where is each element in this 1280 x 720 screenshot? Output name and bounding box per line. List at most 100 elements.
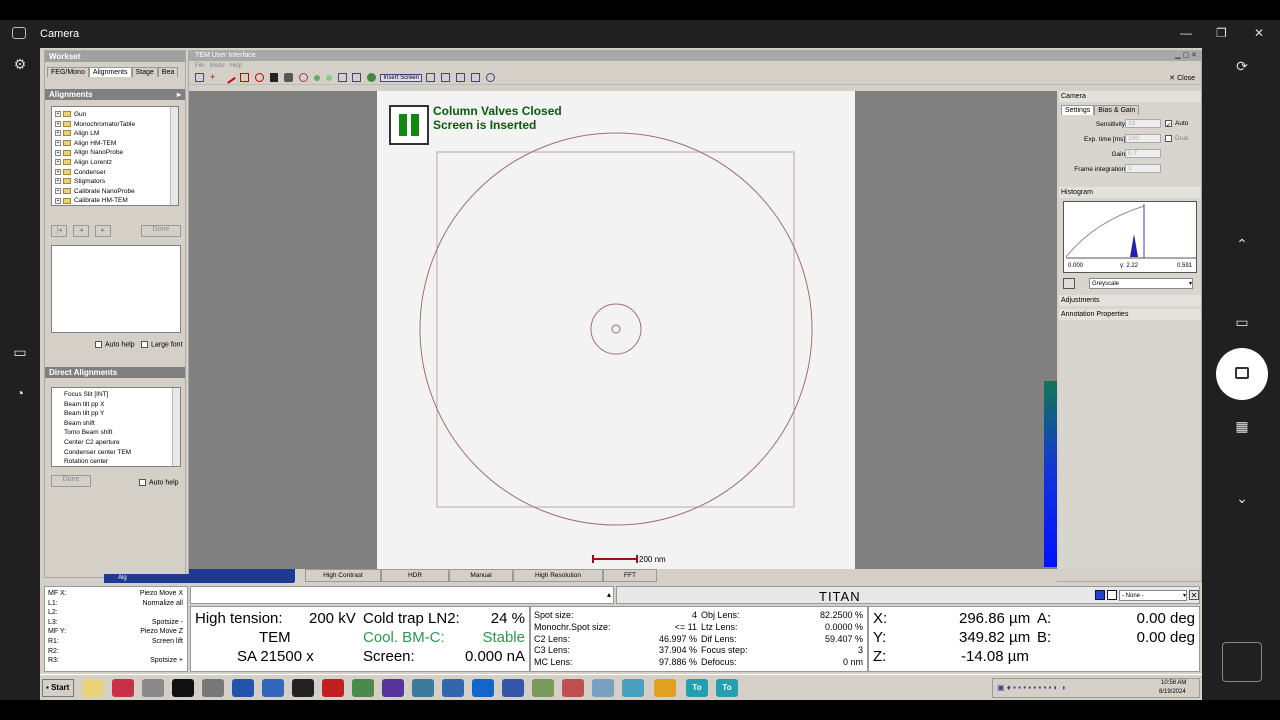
- chevron-down-icon[interactable]: ⌄: [1227, 490, 1257, 507]
- taskbar-app-icon[interactable]: [562, 679, 584, 697]
- dual-checkbox[interactable]: Dual: [1165, 135, 1188, 142]
- taskbar-app-icon[interactable]: [352, 679, 374, 697]
- expand-plus-icon[interactable]: +: [55, 111, 61, 118]
- auto-checkbox[interactable]: ✓ Auto: [1165, 120, 1188, 129]
- acquire-camera-icon[interactable]: [283, 73, 293, 82]
- help-icon[interactable]: [485, 73, 495, 82]
- taskbar-app-icon[interactable]: [654, 679, 676, 697]
- timer-off-icon[interactable]: ◔: [5, 385, 35, 401]
- expand-plus-icon[interactable]: +: [55, 149, 61, 156]
- restore-button[interactable]: ❐: [1216, 26, 1227, 40]
- hdr-off-icon[interactable]: ▭: [5, 344, 35, 361]
- alignment-tree-item[interactable]: + MonochromatorTable: [55, 120, 175, 130]
- settings-gear-icon[interactable]: ⚙: [5, 56, 35, 73]
- first-step-button[interactable]: |◂: [51, 225, 67, 237]
- take-photo-button[interactable]: [1216, 348, 1268, 400]
- crosshair-tool-icon[interactable]: +: [210, 73, 219, 82]
- direct-alignment-item[interactable]: Center C2 aperture: [64, 438, 177, 448]
- taskbar-app-icon[interactable]: [622, 679, 644, 697]
- select-tool-icon[interactable]: [195, 73, 204, 82]
- tab-settings[interactable]: Settings: [1061, 105, 1095, 115]
- taskbar-app-icon[interactable]: [112, 679, 134, 697]
- large-font-checkbox[interactable]: Large font: [141, 341, 183, 348]
- alignment-tree-item[interactable]: + Calibrate HM-TEM: [55, 196, 175, 206]
- direct-alignment-item[interactable]: Beam shift: [64, 419, 177, 429]
- ellipse-tool-icon[interactable]: [254, 73, 264, 82]
- fit-view-icon[interactable]: [426, 73, 436, 82]
- alignment-tree-item[interactable]: + Stigmators: [55, 177, 175, 187]
- grid-tool-icon[interactable]: [337, 73, 347, 82]
- tem-window-buttons[interactable]: ▁ ▢ ✕: [1175, 51, 1197, 61]
- menu-mode[interactable]: Mode: [210, 63, 225, 69]
- mode-tab[interactable]: High Contrast: [305, 569, 381, 582]
- adjustments-section-header[interactable]: Adjustments: [1059, 295, 1201, 306]
- tab-feg-mono[interactable]: FEG/Mono: [47, 67, 89, 77]
- expand-plus-icon[interactable]: +: [55, 188, 61, 195]
- taskbar-app-icon[interactable]: [262, 679, 284, 697]
- taskbar-app-icon[interactable]: [412, 679, 434, 697]
- expand-plus-icon[interactable]: +: [55, 178, 61, 185]
- direct-alignment-item[interactable]: Focus Slit [INT]: [64, 390, 177, 400]
- prev-step-button[interactable]: ◂: [73, 225, 89, 237]
- auto-help-checkbox[interactable]: Auto help: [95, 341, 135, 348]
- taskbar-app-icon[interactable]: [292, 679, 314, 697]
- line-tool-icon[interactable]: [223, 71, 236, 84]
- tab-bias-gain[interactable]: Bias & Gain: [1094, 105, 1140, 115]
- exposure-time-select[interactable]: 100: [1125, 134, 1161, 143]
- expand-plus-icon[interactable]: +: [55, 197, 61, 204]
- alignments-done-button[interactable]: Done: [141, 225, 181, 237]
- expand-plus-icon[interactable]: +: [55, 120, 61, 127]
- tab-stage[interactable]: Stage: [131, 67, 158, 77]
- target-icon[interactable]: [298, 73, 308, 82]
- alignment-tree-item[interactable]: + Align Lorentz: [55, 158, 175, 168]
- green-dot-2-icon[interactable]: [325, 74, 332, 81]
- direct-alignment-item[interactable]: Condenser center TEM: [64, 448, 177, 458]
- tab-alignments[interactable]: Alignments: [88, 67, 132, 77]
- direct-alignment-item[interactable]: Beam tilt pp X: [64, 400, 177, 410]
- direct-alignment-item[interactable]: Beam tilt pp Y: [64, 409, 177, 419]
- tree-scrollbar[interactable]: [170, 107, 178, 205]
- gain-select[interactable]: 0.7: [1125, 149, 1161, 158]
- camera-image-viewport[interactable]: Column Valves Closed Screen is Inserted …: [377, 91, 855, 569]
- taskbar-app-icon[interactable]: [502, 679, 524, 697]
- grid-tool-2-icon[interactable]: [352, 73, 362, 82]
- layout-toggle-icon[interactable]: [1095, 590, 1105, 600]
- sensitivity-select[interactable]: 10: [1125, 119, 1161, 128]
- direct-alignment-item[interactable]: Rotation center: [64, 457, 177, 467]
- zoom-icon[interactable]: [440, 73, 450, 82]
- taskbar-app-icon[interactable]: [442, 679, 464, 697]
- insert-screen-button[interactable]: Insert Screen: [380, 73, 423, 82]
- frame-integration-select[interactable]: 1: [1125, 164, 1161, 173]
- taskbar-app-icon[interactable]: [472, 679, 494, 697]
- menu-help[interactable]: Help: [230, 63, 242, 69]
- expand-plus-icon[interactable]: +: [55, 168, 61, 175]
- layout-icon[interactable]: [470, 73, 480, 82]
- taskbar-app-icon[interactable]: [172, 679, 194, 697]
- video-mode-icon[interactable]: ▭: [1227, 314, 1257, 331]
- titan-close-icon[interactable]: ✕: [1189, 590, 1199, 600]
- camera-section-header[interactable]: Camera: [1059, 91, 1201, 102]
- taskbar-app-icon[interactable]: [82, 679, 104, 697]
- message-dropdown-icon[interactable]: ▴: [607, 590, 611, 599]
- histogram-mode-icon[interactable]: [1063, 278, 1075, 289]
- qr-scan-icon[interactable]: ▦: [1227, 418, 1257, 435]
- last-photo-thumbnail[interactable]: [1222, 642, 1262, 682]
- close-view-button[interactable]: ✕ Close: [1169, 74, 1195, 82]
- direct-done-button[interactable]: Done: [51, 475, 91, 487]
- expand-plus-icon[interactable]: +: [55, 140, 61, 147]
- mode-tab[interactable]: HDR: [381, 569, 449, 582]
- alignment-tree-item[interactable]: + Condenser: [55, 168, 175, 178]
- alg-task-button[interactable]: Alg: [104, 574, 294, 583]
- mode-tab[interactable]: FFT: [603, 569, 657, 582]
- tray-icons[interactable]: ▣ ♦ ▪ ▪ ▪ ▪ ▪ ▪ ▪ ▪ ◐ ◑: [997, 683, 1065, 692]
- mode-tab[interactable]: Manual: [449, 569, 513, 582]
- layout-toggle-2-icon[interactable]: [1107, 590, 1117, 600]
- rectangle-tool-icon[interactable]: [239, 73, 249, 82]
- alignment-tree-item[interactable]: + Align LM: [55, 129, 175, 139]
- expand-plus-icon[interactable]: +: [55, 159, 61, 166]
- taskbar-app-icon[interactable]: To: [716, 679, 738, 697]
- collapse-arrow-icon[interactable]: ▸: [177, 90, 181, 99]
- colormap-select[interactable]: Greyscale ▾: [1089, 278, 1193, 289]
- taskbar-app-icon[interactable]: To: [686, 679, 708, 697]
- histogram-plot[interactable]: 0.000 γ: 2.22 0.591: [1063, 201, 1197, 273]
